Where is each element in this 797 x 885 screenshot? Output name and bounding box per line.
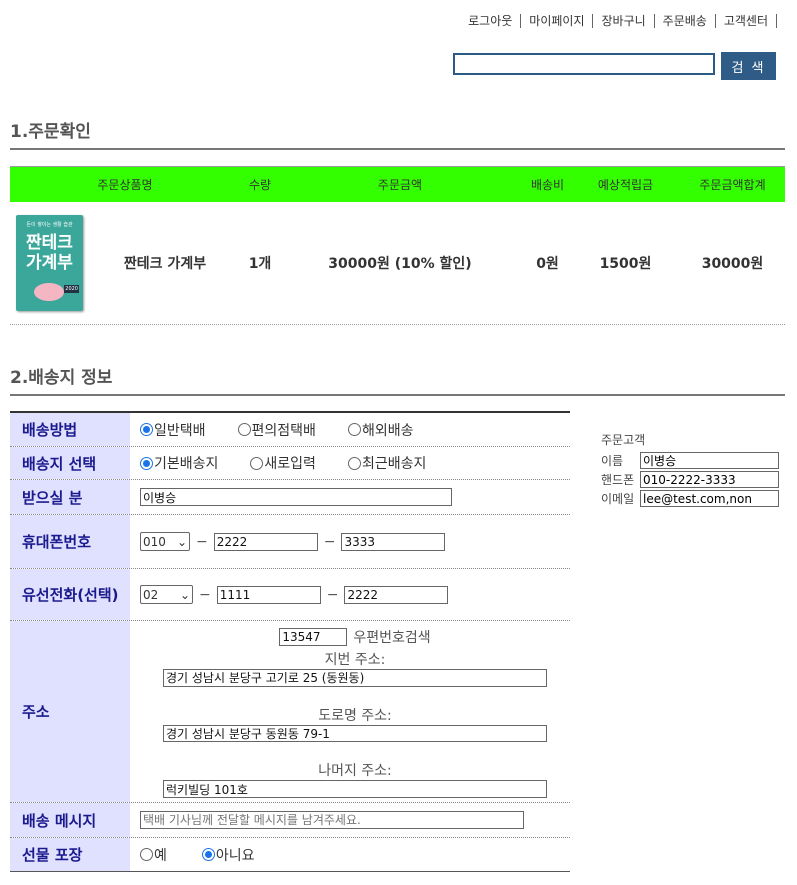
- col-total: 주문금액합계: [699, 178, 766, 192]
- landline-row: 유선전화(선택) 02⌄ − −: [10, 569, 570, 621]
- nav-logout[interactable]: 로그아웃: [460, 14, 522, 28]
- chevron-down-icon: ⌄: [179, 587, 190, 602]
- gift-no-radio[interactable]: 아니요: [201, 845, 255, 865]
- search-input[interactable]: [453, 53, 715, 75]
- landline-label: 유선전화(선택): [10, 569, 130, 620]
- search-button[interactable]: 검 색: [721, 52, 776, 80]
- zip-search-link[interactable]: 우편번호검색: [353, 627, 430, 647]
- customer-heading: 주문고객: [601, 433, 646, 447]
- customer-email-input[interactable]: [640, 490, 779, 507]
- customer-email-label: 이메일: [601, 492, 635, 506]
- gift-wrap-label: 선물 포장: [10, 838, 130, 871]
- nav-mypage[interactable]: 마이페이지: [521, 14, 594, 28]
- product-name[interactable]: 짠테크 가계부: [105, 253, 225, 273]
- mobile-last-input[interactable]: [341, 532, 446, 551]
- method-convenience-radio[interactable]: 편의점택배: [237, 420, 316, 440]
- product-qty: 1개: [248, 256, 272, 272]
- address-default-radio[interactable]: 기본배송지: [140, 453, 218, 473]
- piggy-bank-icon: [34, 283, 64, 301]
- product-points: 1500원: [599, 256, 652, 272]
- book-cover-year: 2020: [64, 285, 79, 293]
- address-recent-radio[interactable]: 최근배송지: [347, 453, 426, 473]
- order-item-row: 돈이 쌓이는 생활 습관 짠테크 가계부 2020 짠테크 가계부 1개 300…: [10, 201, 785, 325]
- jibun-address-input[interactable]: [163, 669, 547, 687]
- recipient-row: 받으실 분: [10, 480, 570, 515]
- landline-last-input[interactable]: [344, 585, 449, 604]
- shipping-method-label: 배송방법: [10, 413, 130, 446]
- chevron-down-icon: ⌄: [176, 534, 187, 549]
- zip-input[interactable]: [279, 628, 348, 646]
- message-row: 배송 메시지: [10, 803, 570, 838]
- nav-orders[interactable]: 주문배송: [655, 14, 716, 28]
- search-bar: 검 색: [453, 52, 776, 80]
- mobile-label: 휴대폰번호: [10, 515, 130, 568]
- top-nav: 로그아웃 마이페이지 장바구니 주문배송 고객센터: [460, 14, 777, 28]
- customer-name-label: 이름: [601, 454, 624, 468]
- recipient-input[interactable]: [140, 488, 452, 506]
- customer-info: 주문고객 이름 핸드폰 이메일: [601, 431, 779, 507]
- landline-prefix-select[interactable]: 02 ⌄: [140, 585, 193, 604]
- road-address-label: 도로명 주소:: [318, 707, 392, 724]
- customer-phone-label: 핸드폰: [601, 473, 635, 487]
- mobile-prefix-select[interactable]: 010 ⌄: [140, 532, 190, 551]
- rest-address-label: 나머지 주소:: [318, 763, 392, 780]
- address-choice-row: 배송지 선택 기본배송지 새로입력 최근배송지: [10, 447, 570, 480]
- col-qty: 수량: [248, 178, 272, 192]
- recipient-label: 받으실 분: [10, 480, 130, 514]
- col-product: 주문상품명: [97, 178, 153, 192]
- mobile-row: 휴대폰번호 010⌄ − −: [10, 515, 570, 569]
- book-cover-image[interactable]: 돈이 쌓이는 생활 습관 짠테크 가계부 2020: [16, 215, 83, 311]
- order-table-header: 주문상품명 수량 주문금액 배송비 예상적립금 주문금액합계: [10, 166, 785, 202]
- col-shipping: 배송비: [530, 178, 565, 192]
- product-price: 30000원 (10% 할인): [328, 256, 472, 272]
- address-choice-label: 배송지 선택: [10, 447, 130, 479]
- gift-yes-radio[interactable]: 예: [140, 845, 167, 865]
- message-label: 배송 메시지: [10, 803, 130, 837]
- book-cover-title: 짠테크 가계부: [26, 233, 73, 273]
- method-normal-radio[interactable]: 일반택배: [140, 420, 206, 440]
- gift-wrap-row: 선물 포장 예 아니요: [10, 838, 570, 872]
- product-shipping-fee: 0원: [536, 256, 559, 272]
- address-row: 주소 우편번호검색 지번 주소: 도로명 주소: 나머지 주소:: [10, 621, 570, 803]
- col-points: 예상적립금: [597, 178, 654, 192]
- nav-cart[interactable]: 장바구니: [593, 14, 655, 28]
- shipping-method-row: 배송방법 일반택배 편의점택배 해외배송: [10, 413, 570, 447]
- col-price: 주문금액: [377, 178, 423, 192]
- method-overseas-radio[interactable]: 해외배송: [347, 420, 413, 440]
- customer-phone-input[interactable]: [640, 471, 779, 488]
- shipping-section-title: 2.배송지 정보: [10, 363, 785, 396]
- delivery-message-input[interactable]: [140, 811, 524, 829]
- mobile-mid-input[interactable]: [213, 532, 318, 551]
- shipping-form: 배송방법 일반택배 편의점택배 해외배송 배송지 선택 기본배송지 새로입력 최…: [10, 411, 570, 872]
- address-label: 주소: [10, 621, 130, 802]
- road-address-input[interactable]: [163, 724, 547, 743]
- book-cover-subtitle: 돈이 쌓이는 생활 습관: [26, 222, 73, 228]
- nav-support[interactable]: 고객센터: [716, 14, 777, 28]
- product-total: 30000원: [701, 256, 764, 272]
- address-new-radio[interactable]: 새로입력: [250, 453, 316, 473]
- jibun-address-label: 지번 주소:: [324, 652, 386, 668]
- rest-address-input[interactable]: [163, 780, 547, 799]
- customer-name-input[interactable]: [640, 452, 779, 469]
- order-section-title: 1.주문확인: [10, 117, 785, 150]
- landline-mid-input[interactable]: [216, 585, 321, 604]
